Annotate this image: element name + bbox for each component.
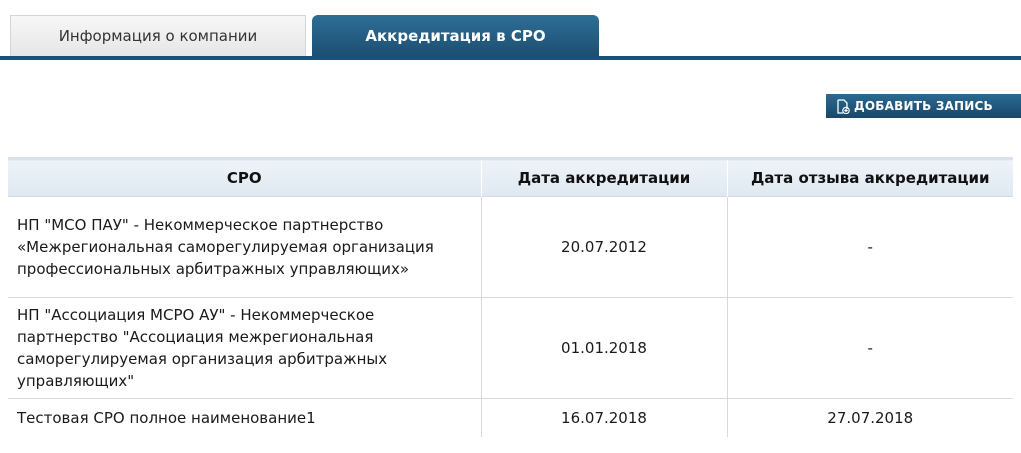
tab-bar: Информация о компании Аккредитация в СРО — [0, 0, 1021, 60]
table-header-row: СРО Дата аккредитации Дата отзыва аккред… — [8, 157, 1013, 197]
cell-accreditation-date: 16.07.2018 — [481, 398, 728, 437]
tab-label: Информация о компании — [58, 27, 258, 45]
cell-revocation-date: - — [727, 196, 1013, 298]
cell-sro: Тестовая СРО полное наименование1 — [8, 398, 482, 437]
table-row[interactable]: НП "Ассоциация МСРО АУ" - Некоммерческое… — [8, 297, 1013, 399]
table-row[interactable]: НП "МСО ПАУ" - Некоммерческое партнерств… — [8, 196, 1013, 298]
column-header-accreditation-date[interactable]: Дата аккредитации — [481, 157, 728, 197]
add-record-label: ДОБАВИТЬ ЗАПИСЬ — [854, 99, 993, 113]
cell-sro: НП "МСО ПАУ" - Некоммерческое партнерств… — [8, 196, 482, 298]
sro-table: СРО Дата аккредитации Дата отзыва аккред… — [8, 157, 1013, 437]
column-header-sro[interactable]: СРО — [8, 157, 482, 197]
tab-sro-accreditation[interactable]: Аккредитация в СРО — [312, 15, 599, 56]
add-document-icon — [836, 98, 850, 114]
tab-underline — [0, 56, 1021, 60]
cell-revocation-date: - — [727, 297, 1013, 399]
table-row[interactable]: Тестовая СРО полное наименование1 16.07.… — [8, 398, 1013, 437]
add-record-button[interactable]: ДОБАВИТЬ ЗАПИСЬ — [826, 94, 1021, 118]
tab-label: Аккредитация в СРО — [365, 26, 546, 45]
cell-sro: НП "Ассоциация МСРО АУ" - Некоммерческое… — [8, 297, 482, 399]
cell-accreditation-date: 01.01.2018 — [481, 297, 728, 399]
tab-company-info[interactable]: Информация о компании — [10, 15, 306, 56]
cell-accreditation-date: 20.07.2012 — [481, 196, 728, 298]
column-header-revocation-date[interactable]: Дата отзыва аккредитации — [727, 157, 1013, 197]
cell-revocation-date: 27.07.2018 — [727, 398, 1013, 437]
